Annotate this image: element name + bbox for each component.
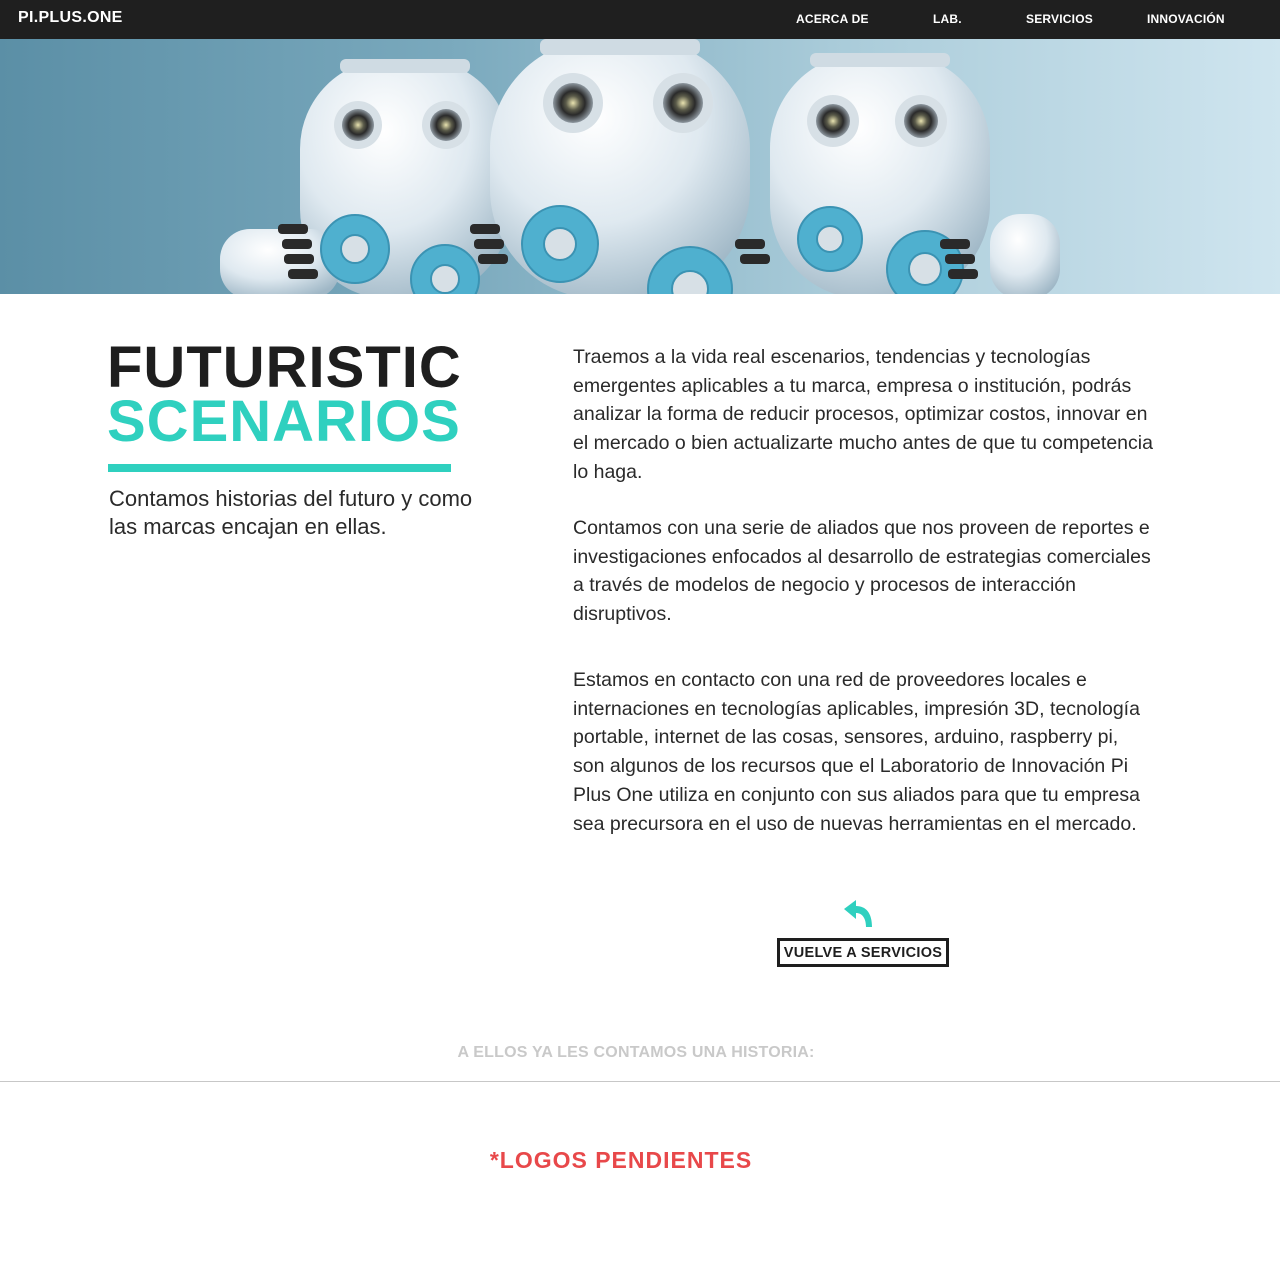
nav-item-innovacion[interactable]: INNOVACIÓN [1147, 12, 1225, 26]
top-nav: PI.PLUS.ONE ACERCA DE LAB. SERVICIOS INN… [0, 0, 1280, 39]
nav-item-lab[interactable]: LAB. [933, 12, 962, 26]
logos-pending-note: *LOGOS PENDIENTES [489, 1147, 753, 1173]
brand-logo[interactable]: PI.PLUS.ONE [18, 9, 123, 27]
body-paragraph-3: Estamos en contacto con una red de prove… [573, 669, 1140, 835]
hero-banner [0, 39, 1280, 294]
nav-item-servicios[interactable]: SERVICIOS [1026, 12, 1093, 26]
body-paragraph-2: Contamos con una serie de aliados que no… [573, 517, 1151, 626]
tagline: Contamos historias del futuro y como las… [109, 486, 473, 539]
back-to-services-button[interactable]: VUELVE A SERVICIOS [777, 938, 949, 967]
section-divider [0, 1081, 1280, 1082]
title-underline [108, 464, 451, 472]
body-paragraph-1: Traemos a la vida real escenarios, tende… [573, 346, 1153, 483]
clients-heading: A ELLOS YA LES CONTAMOS UNA HISTORIA: [457, 1044, 815, 1061]
nav-item-acerca-de[interactable]: ACERCA DE [796, 12, 869, 26]
robots-illustration [220, 39, 1060, 294]
title-scenarios: SCENARIOS [107, 389, 461, 454]
return-arrow-icon[interactable] [838, 899, 876, 931]
